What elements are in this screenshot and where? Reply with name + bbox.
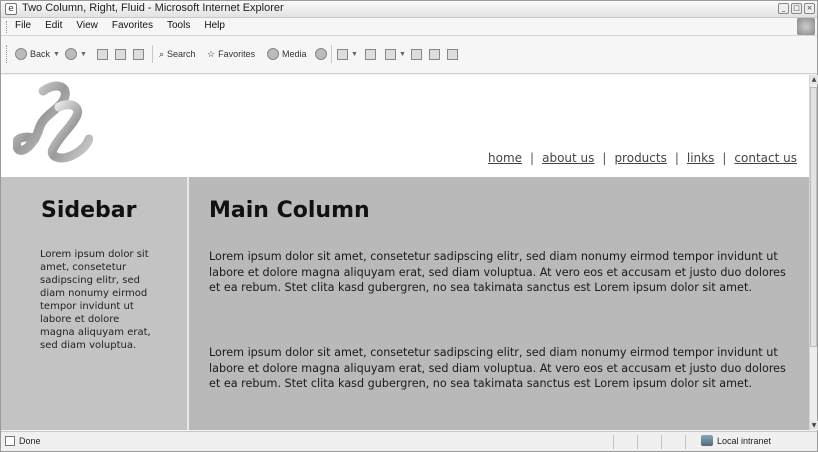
back-label: Back xyxy=(30,49,51,59)
menu-favorites[interactable]: Favorites xyxy=(112,20,153,31)
nav-link-home[interactable]: home xyxy=(488,151,522,165)
menu-view[interactable]: View xyxy=(76,20,98,31)
chevron-down-icon[interactable]: ▼ xyxy=(351,51,358,58)
jl-logo xyxy=(13,81,93,163)
vertical-scrollbar[interactable]: ▲ ▼ xyxy=(809,75,818,430)
research-icon xyxy=(447,48,458,60)
toolbar-separator xyxy=(152,45,153,63)
ie-page-icon: e xyxy=(5,3,17,15)
home-icon xyxy=(133,48,144,60)
back-button[interactable]: Back ▼ xyxy=(15,46,60,62)
menu-bar: File Edit View Favorites Tools Help xyxy=(1,18,817,36)
window-title: Two Column, Right, Fluid - Microsoft Int… xyxy=(22,2,284,14)
security-zone: Local intranet xyxy=(701,435,771,446)
search-button[interactable]: ⌕ Search xyxy=(159,46,196,62)
nav-link-links[interactable]: links xyxy=(687,151,714,165)
mail-icon xyxy=(337,48,348,60)
menu-file[interactable]: File xyxy=(15,20,31,31)
stop-button[interactable] xyxy=(97,46,108,62)
home-button[interactable] xyxy=(133,46,144,62)
standard-toolbar: Back ▼ ▼ ⌕ Search ☆ Favorites Media ▼ ▼ xyxy=(1,36,817,74)
forward-button[interactable]: ▼ xyxy=(65,46,87,62)
refresh-button[interactable] xyxy=(115,46,126,62)
research-button[interactable] xyxy=(447,46,458,62)
favorites-label: Favorites xyxy=(218,49,256,59)
discuss-button[interactable] xyxy=(411,46,422,62)
star-icon: ☆ xyxy=(207,48,216,59)
content-area: Sidebar Lorem ipsum dolor sit amet, cons… xyxy=(1,177,809,430)
page-done-icon xyxy=(5,436,15,446)
messenger-button[interactable] xyxy=(429,46,440,62)
mail-button[interactable]: ▼ xyxy=(337,46,358,62)
status-pane-divider xyxy=(661,435,662,449)
chevron-down-icon[interactable]: ▼ xyxy=(80,51,87,58)
status-text: Done xyxy=(19,436,41,446)
sidebar-heading: Sidebar xyxy=(41,198,137,223)
zone-label: Local intranet xyxy=(717,435,772,446)
nav-divider: | xyxy=(602,151,607,165)
search-icon: ⌕ xyxy=(159,48,165,59)
top-navigation: home | about us | products | links | con… xyxy=(488,151,797,165)
messenger-icon xyxy=(429,48,440,60)
nav-link-about-us[interactable]: about us xyxy=(542,151,594,165)
main-paragraph: Lorem ipsum dolor sit amet, consetetur s… xyxy=(209,346,786,390)
maximize-icon[interactable]: □ xyxy=(791,3,802,14)
search-label: Search xyxy=(167,49,196,59)
favorites-button[interactable]: ☆ Favorites xyxy=(207,46,255,62)
status-pane-divider xyxy=(613,435,614,449)
nav-divider: | xyxy=(530,151,535,165)
scroll-down-icon[interactable]: ▼ xyxy=(810,421,818,430)
nav-link-contact-us[interactable]: contact us xyxy=(734,151,797,165)
nav-divider: | xyxy=(674,151,679,165)
minimize-icon[interactable]: _ xyxy=(778,3,789,14)
refresh-icon xyxy=(115,48,126,60)
window-controls: _ □ × xyxy=(778,3,815,15)
title-bar: e Two Column, Right, Fluid - Microsoft I… xyxy=(1,1,817,18)
print-button[interactable] xyxy=(365,46,376,62)
forward-arrow-icon xyxy=(65,48,77,60)
close-icon[interactable]: × xyxy=(804,3,815,14)
media-button[interactable]: Media xyxy=(267,46,307,62)
main-column: Main Column Lorem ipsum dolor sit amet, … xyxy=(209,177,799,430)
history-icon xyxy=(315,48,327,60)
sidebar-text: Lorem ipsum dolor sit amet, consetetur s… xyxy=(40,249,151,351)
windows-flag-icon xyxy=(797,18,815,35)
print-icon xyxy=(365,48,376,60)
status-pane-divider xyxy=(637,435,638,449)
status-pane-divider xyxy=(685,435,686,449)
browser-window: e Two Column, Right, Fluid - Microsoft I… xyxy=(0,0,818,452)
sidebar: Sidebar Lorem ipsum dolor sit amet, cons… xyxy=(1,177,189,430)
menu-help[interactable]: Help xyxy=(204,20,225,31)
history-button[interactable] xyxy=(315,46,327,62)
chevron-down-icon[interactable]: ▼ xyxy=(53,51,60,58)
scroll-up-icon[interactable]: ▲ xyxy=(810,75,818,84)
media-icon xyxy=(267,48,279,60)
main-heading: Main Column xyxy=(209,198,370,223)
edit-button[interactable]: ▼ xyxy=(385,46,406,62)
main-paragraph: Lorem ipsum dolor sit amet, consetetur s… xyxy=(209,250,786,294)
back-arrow-icon xyxy=(15,48,27,60)
scrollbar-thumb[interactable] xyxy=(810,87,817,347)
media-label: Media xyxy=(282,49,307,59)
edit-icon xyxy=(385,48,396,60)
nav-link-products[interactable]: products xyxy=(614,151,666,165)
chevron-down-icon[interactable]: ▼ xyxy=(399,51,406,58)
menubar-grip[interactable] xyxy=(6,21,8,33)
intranet-zone-icon xyxy=(701,435,713,446)
page-viewport: home | about us | products | links | con… xyxy=(1,75,809,430)
status-bar: Done Local intranet xyxy=(1,431,817,451)
menu-edit[interactable]: Edit xyxy=(45,20,62,31)
discuss-icon xyxy=(411,48,422,60)
nav-divider: | xyxy=(722,151,727,165)
toolbar-grip[interactable] xyxy=(6,45,8,63)
page-header: home | about us | products | links | con… xyxy=(1,75,809,177)
stop-icon xyxy=(97,48,108,60)
toolbar-separator xyxy=(331,45,332,63)
menu-tools[interactable]: Tools xyxy=(167,20,190,31)
